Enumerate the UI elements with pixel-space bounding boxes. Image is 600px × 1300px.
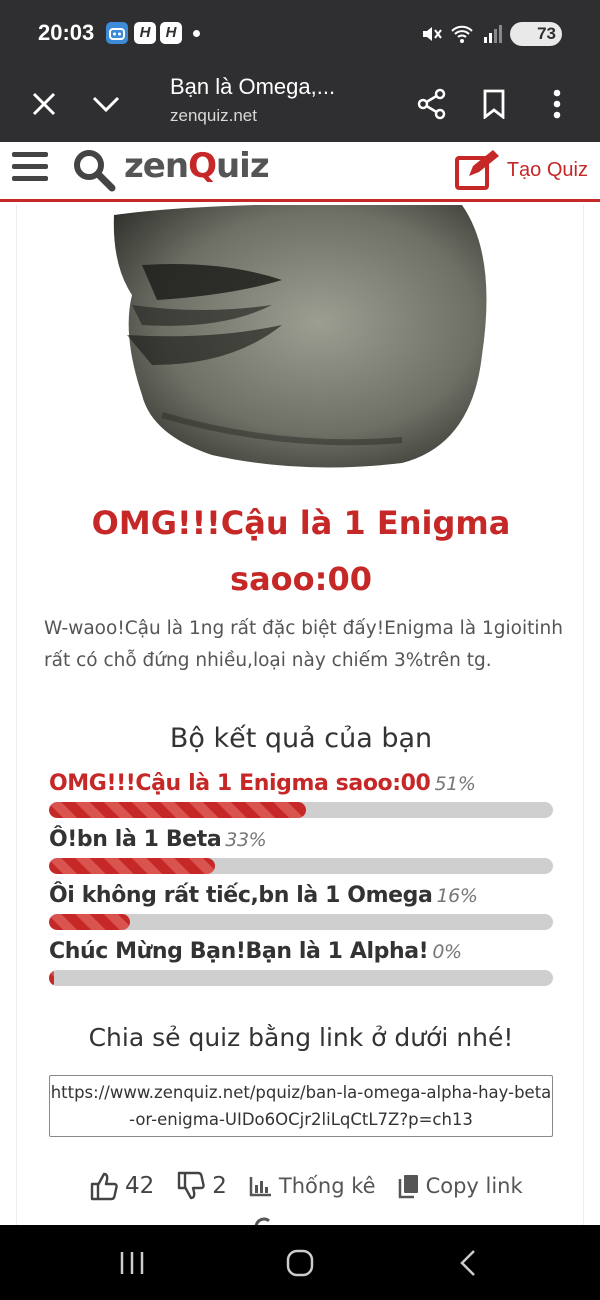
result-progress-bar <box>49 802 553 818</box>
hamburger-icon[interactable] <box>12 152 48 188</box>
result-progress-bar <box>49 858 553 874</box>
mute-icon <box>423 27 442 41</box>
signal-icon <box>484 25 502 43</box>
bar-chart-icon <box>249 1177 271 1197</box>
h-app-notification-icon: H <box>134 22 156 44</box>
page-title: Bạn là Omega,... <box>170 74 336 99</box>
share-icon[interactable] <box>408 80 456 128</box>
logo-text-uiz: uiz <box>215 146 270 186</box>
recent-apps-icon[interactable] <box>112 1243 152 1283</box>
stats-button[interactable]: Thống kê <box>249 1174 376 1198</box>
create-quiz-button[interactable]: Tạo Quiz <box>454 150 588 190</box>
result-progress-bar <box>49 970 553 986</box>
result-option-label: Ôi không rất tiếc,bn là 1 Omega 16% <box>49 883 478 908</box>
result-progress-fill <box>49 858 216 874</box>
close-icon[interactable] <box>20 80 68 128</box>
wifi-icon <box>451 25 473 43</box>
thumbs-down-icon <box>178 1171 206 1200</box>
dislike-count: 2 <box>212 1173 227 1199</box>
copy-icon <box>398 1175 418 1199</box>
share-link-field[interactable]: https://www.zenquiz.net/pquiz/ban-la-ome… <box>49 1075 553 1137</box>
status-right: 73 <box>420 20 562 48</box>
page-domain: zenquiz.net <box>170 106 257 125</box>
result-option-percent: 33% <box>225 829 267 851</box>
copy-link-label: Copy link <box>425 1174 523 1198</box>
system-navigation-bar <box>0 1225 600 1300</box>
quiz-actions: 42 2 Thống kê Copy link <box>89 1168 545 1204</box>
site-logo[interactable]: zenQuiz <box>124 146 270 186</box>
result-progress-fill <box>49 970 55 986</box>
result-option: Chúc Mừng Bạn!Bạn là 1 Alpha! 0% <box>49 939 553 986</box>
create-quiz-label: Tạo Quiz <box>506 158 588 181</box>
result-card: OMG!!!Cậu là 1 Enigma saoo:00 W-waoo!Cậu… <box>16 205 584 1227</box>
result-option: Ô!bn là 1 Beta 33% <box>49 827 553 874</box>
share-heading: Chia sẻ quiz bằng link ở dưới nhé! <box>88 1023 514 1052</box>
search-icon[interactable] <box>72 148 116 196</box>
result-title: OMG!!!Cậu là 1 Enigma saoo:00 <box>91 504 511 598</box>
result-image <box>113 205 487 468</box>
logo-text-zen: zen <box>124 146 189 186</box>
like-count: 42 <box>125 1173 155 1199</box>
logo-text-q: Q <box>188 146 217 186</box>
result-option-label: Ô!bn là 1 Beta 33% <box>49 827 267 852</box>
like-button[interactable]: 42 <box>89 1171 154 1201</box>
browser-toolbar: Bạn là Omega,... zenquiz.net <box>0 66 600 142</box>
result-progress-fill <box>49 802 307 818</box>
result-option: Ôi không rất tiếc,bn là 1 Omega 16% <box>49 883 553 930</box>
result-progress-bar <box>49 914 553 930</box>
result-option-label: OMG!!!Cậu là 1 Enigma saoo:00 51% <box>49 771 476 796</box>
thumbs-up-icon <box>90 1172 118 1201</box>
more-vert-icon[interactable] <box>533 80 581 128</box>
result-option: OMG!!!Cậu là 1 Enigma saoo:00 51% <box>49 771 553 818</box>
result-option-percent: 51% <box>434 773 476 795</box>
stats-label: Thống kê <box>278 1174 376 1198</box>
site-header: zenQuiz Tạo Quiz <box>0 142 600 202</box>
copy-link-button[interactable]: Copy link <box>398 1173 523 1199</box>
result-option-percent: 16% <box>436 885 478 907</box>
home-icon[interactable] <box>280 1243 320 1283</box>
result-description: W-waoo!Cậu là 1ng rất đặc biệt đấy!Enigm… <box>44 618 563 671</box>
more-notifications-dot-icon <box>193 30 200 37</box>
back-icon[interactable] <box>448 1243 488 1283</box>
dislike-button[interactable]: 2 <box>176 1171 227 1201</box>
chevron-down-icon[interactable] <box>82 80 130 128</box>
result-progress-fill <box>49 914 130 930</box>
bookmark-icon[interactable] <box>470 80 518 128</box>
app-notification-icon <box>106 22 128 44</box>
result-option-label: Chúc Mừng Bạn!Bạn là 1 Alpha! 0% <box>49 939 462 964</box>
results-heading: Bộ kết quả của bạn <box>169 723 433 754</box>
battery-indicator: 73 <box>510 22 562 46</box>
result-option-percent: 0% <box>432 941 462 963</box>
edit-icon <box>454 150 499 190</box>
status-bar: 20:03 H H 73 <box>0 0 600 66</box>
h-app-notification-icon-2: H <box>160 22 182 44</box>
status-time: 20:03 <box>38 20 95 45</box>
